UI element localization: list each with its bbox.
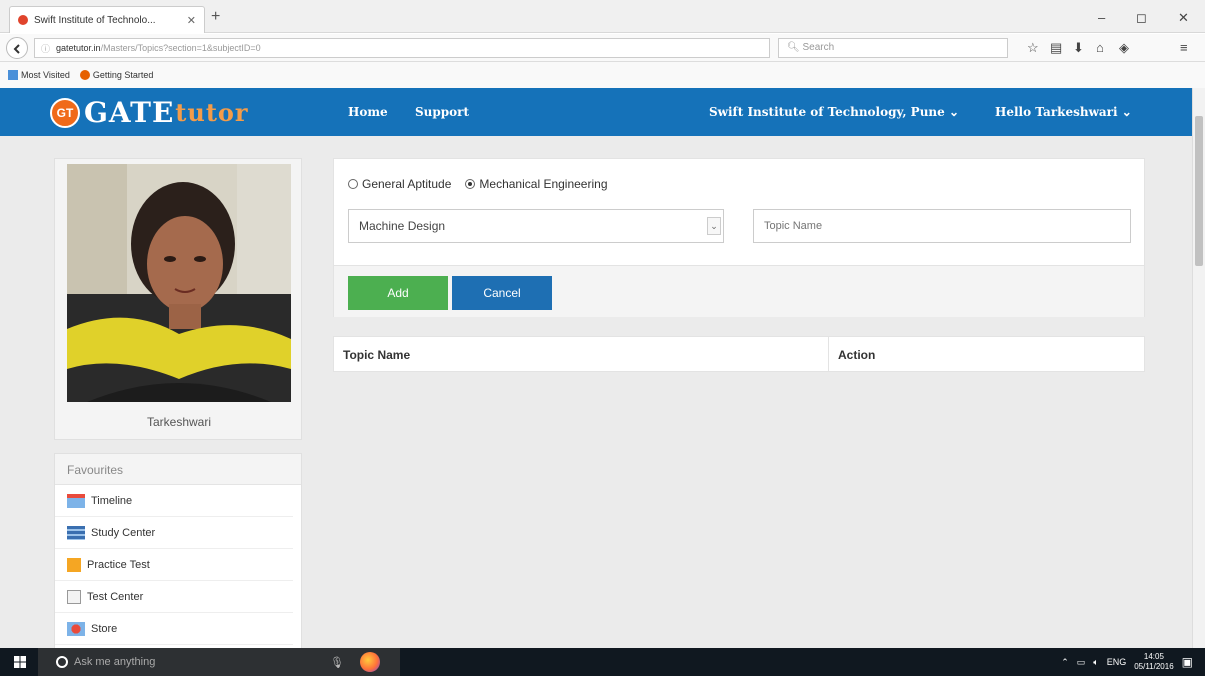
browser-tabbar: Swift Institute of Technolo... ✕ + – ◻ ✕ [0,0,1205,33]
action-center-icon[interactable]: ▣ [1182,655,1193,669]
language-indicator[interactable]: ENG [1107,657,1127,667]
timeline-icon [67,493,85,508]
fav-item-store[interactable]: Store [55,613,293,645]
topic-name-input[interactable] [753,209,1131,243]
favourites-title: Favourites [55,454,301,485]
search-icon: 🔍︎ [787,42,800,53]
back-button[interactable] [6,37,28,59]
cortana-placeholder: Ask me anything [74,656,156,668]
cortana-circle-icon [56,656,68,668]
reading-list-icon[interactable]: ▤ [1050,40,1062,56]
logo-badge: GT [50,97,80,128]
new-tab-button[interactable]: + [211,8,220,26]
chevron-down-icon: ⌄ [707,217,721,235]
browser-search-placeholder: Search [802,42,835,53]
tab-title: Swift Institute of Technolo... [34,14,156,26]
bookmark-star-icon[interactable]: ☆ [1027,40,1039,56]
study-center-icon [67,525,85,540]
home-icon[interactable]: ⌂ [1096,40,1104,55]
volume-icon[interactable]: 🔈︎ [1093,657,1098,668]
browser-tab[interactable]: Swift Institute of Technolo... ✕ [9,6,205,33]
url-bar[interactable]: ⓘ gatetutor.in /Masters/Topics?section=1… [34,38,799,58]
cortana-search-box[interactable]: Ask me anything 🎙︎ [38,648,400,676]
close-tab-icon[interactable]: ✕ [187,14,196,27]
test-center-icon [67,589,81,604]
system-tray: ⌃ ▭ 🔈︎ ENG 14:05 05/11/2016 ▣ [1061,652,1193,672]
fav-item-timeline[interactable]: Timeline [55,485,293,517]
profile-card: Tarkeshwari [54,158,302,440]
store-icon [67,621,85,636]
app-header: GT GATE tutor Home Support Swift Institu… [0,88,1192,136]
fav-item-study-center[interactable]: Study Center [55,517,293,549]
browser-search-input[interactable]: 🔍︎ Search [778,38,1008,58]
clock-time: 14:05 [1143,652,1164,661]
column-topic-name: Topic Name [343,348,411,362]
radio-mechanical-engineering[interactable] [465,179,476,189]
logo-tutor-text: tutor [175,98,249,127]
site-favicon-icon [18,15,28,25]
scrollbar-thumb[interactable] [1195,116,1203,266]
page-scrollbar[interactable] [1192,88,1205,648]
add-topic-form: General Aptitude Mechanical Engineering … [333,158,1145,317]
gatetutor-logo[interactable]: GT GATE tutor [50,96,249,129]
form-footer: Add Cancel [334,265,1144,317]
menu-icon[interactable]: ≡ [1180,40,1188,55]
download-icon[interactable]: ⬇ [1073,40,1084,56]
radio-mechanical-engineering-label[interactable]: Mechanical Engineering [479,177,607,191]
clock[interactable]: 14:05 05/11/2016 [1134,652,1173,672]
institute-dropdown[interactable]: Swift Institute of Technology, Pune ⌄ [709,105,959,119]
bookmarks-toolbar: Most Visited Getting Started [0,62,1205,88]
minimize-button[interactable]: – [1098,10,1105,25]
page-content: GT GATE tutor Home Support Swift Institu… [0,88,1192,648]
tray-chevron-icon[interactable]: ⌃ [1061,657,1069,668]
avatar [67,164,291,402]
clock-date: 05/11/2016 [1134,662,1174,671]
column-divider [828,337,829,371]
fav-item-practice-test[interactable]: Practice Test [55,549,293,581]
firefox-taskbar-icon[interactable] [360,652,380,672]
radio-general-aptitude[interactable] [348,179,358,189]
bookmark-most-visited[interactable]: Most Visited [8,70,70,81]
user-menu-dropdown[interactable]: Hello Tarkeshwari ⌄ [995,105,1132,119]
logo-gate-text: GATE [84,96,175,129]
microphone-icon[interactable]: 🎙︎ [330,656,344,669]
subject-select-value: Machine Design [359,219,446,233]
subject-select[interactable]: Machine Design ⌄ [348,209,724,243]
bookmark-getting-started[interactable]: Getting Started [79,70,153,81]
back-arrow-icon [13,44,20,54]
nav-home[interactable]: Home [348,105,388,119]
pocket-icon[interactable]: ◈ [1119,40,1129,56]
section-radio-group: General Aptitude Mechanical Engineering [348,177,608,191]
cancel-button[interactable]: Cancel [452,276,552,310]
maximize-button[interactable]: ◻ [1136,10,1147,26]
url-host: gatetutor.in [56,43,101,53]
windows-taskbar: Ask me anything 🎙︎ ⌃ ▭ 🔈︎ ENG 14:05 05/1… [0,648,1205,676]
network-icon[interactable]: ▭ [1077,657,1086,668]
favourites-card: Favourites Timeline Study Center Practic… [54,453,302,648]
firefox-icon [79,70,90,81]
topics-table-header: Topic Name Action [333,336,1145,372]
radio-general-aptitude-label[interactable]: General Aptitude [362,177,451,191]
profile-name: Tarkeshwari [146,415,212,429]
info-icon: ⓘ [41,43,51,54]
profile-photo [67,164,291,402]
add-button[interactable]: Add [348,276,448,310]
practice-test-icon [67,557,81,572]
fav-item-test-center[interactable]: Test Center [55,581,293,613]
browser-navbar: ⓘ gatetutor.in /Masters/Topics?section=1… [0,34,1205,62]
windows-start-icon[interactable] [14,656,26,668]
nav-support[interactable]: Support [415,105,469,119]
url-path: /Masters/Topics?section=1&subjectID=0 [100,43,261,53]
close-window-button[interactable]: ✕ [1178,10,1189,26]
folder-icon [8,70,18,81]
column-action: Action [838,348,876,362]
